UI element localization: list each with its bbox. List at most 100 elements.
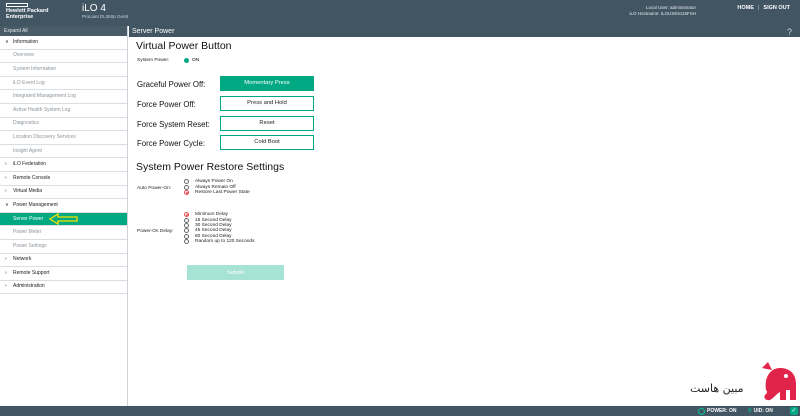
chevron-right-icon: ›: [5, 188, 7, 195]
radio-label: 45 Second Delay: [195, 228, 232, 234]
radio-button[interactable]: [184, 239, 189, 245]
cold-boot-button[interactable]: Cold Boot: [220, 135, 314, 150]
radio-button[interactable]: [184, 233, 189, 239]
sidebar-item-ilo-federation[interactable]: › iLO Federation: [0, 158, 127, 172]
sidebar-item-label: iLO Federation: [13, 161, 47, 168]
uid-pin-icon: ⚲: [748, 408, 752, 414]
graceful-power-off-label: Graceful Power Off:: [137, 80, 206, 89]
sidebar-item-active-health-log[interactable]: Active Health System Log: [0, 104, 127, 118]
uid-status[interactable]: ⚲ UID: ON: [748, 407, 773, 415]
sidebar-item-label: Remote Console: [13, 174, 51, 181]
help-icon[interactable]: ?: [787, 27, 792, 37]
sidebar-item-diagnostics[interactable]: Diagnostics: [0, 118, 127, 132]
radio-label: 15 Second Delay: [195, 217, 232, 223]
radio-label: Always Power On: [195, 179, 233, 185]
chevron-down-icon: ∨: [5, 201, 9, 208]
user-info: Local User: administrator iLO Hostname: …: [630, 5, 696, 17]
force-power-off-label: Force Power Off:: [137, 100, 196, 109]
restore-settings-title: System Power Restore Settings: [136, 161, 285, 173]
sidebar-item-label: Virtual Media: [13, 188, 43, 195]
sidebar-item-label: Remote Support: [13, 269, 50, 276]
elephant-logo-icon: [762, 362, 796, 401]
server-model: ProLiant DL360p Gen8: [82, 14, 129, 19]
sidebar-item-information[interactable]: ∨ Information: [0, 36, 127, 50]
chevron-right-icon: ›: [5, 256, 7, 263]
radio-label: Random up to 120 Seconds: [195, 239, 255, 245]
sidebar-item-ilo-event-log[interactable]: iLO Event Log: [0, 77, 127, 91]
sign-out-link[interactable]: SIGN OUT: [763, 5, 790, 11]
top-header: Hewlett Packard Enterprise iLO 4 ProLian…: [0, 0, 800, 26]
system-power-state: ON: [192, 58, 200, 63]
sidebar-item-system-information[interactable]: System Information: [0, 63, 127, 77]
status-dot-icon: [184, 58, 189, 63]
system-power-label: System Power:: [137, 58, 170, 63]
sidebar-item-power-management[interactable]: ∨ Power Management: [0, 199, 127, 213]
sidebar-item-overview[interactable]: Overview: [0, 50, 127, 64]
power-status[interactable]: POWER: ON: [698, 407, 736, 415]
check-icon[interactable]: ✓: [790, 407, 798, 415]
power-on-delay-group: Minimum Delay 15 Second Delay 30 Second …: [184, 212, 255, 245]
system-power-status: ON: [184, 58, 199, 63]
arrow-left-icon: [49, 213, 78, 226]
sidebar-item-power-settings[interactable]: Power Settings: [0, 240, 127, 254]
sidebar-item-location-discovery[interactable]: Location Discovery Services: [0, 131, 127, 145]
expand-all-button[interactable]: Expand All: [0, 26, 127, 36]
sidebar-item-network[interactable]: › Network: [0, 254, 127, 268]
radio-button[interactable]: [184, 217, 189, 223]
radio-button[interactable]: [184, 222, 189, 228]
chevron-down-icon: ∨: [5, 38, 9, 45]
momentary-press-button[interactable]: Momentary Press: [220, 76, 314, 91]
sidebar-nav: Expand All ∨ Information Overview System…: [0, 26, 128, 406]
chevron-right-icon: ›: [5, 283, 7, 290]
chevron-right-icon: ›: [5, 161, 7, 168]
sidebar-item-integrated-management-log[interactable]: Integrated Management Log: [0, 90, 127, 104]
radio-label: Restore Last Power State: [195, 189, 250, 195]
brand-line-2: Enterprise: [6, 14, 34, 20]
chevron-right-icon: ›: [5, 269, 7, 276]
power-status-text: POWER: ON: [707, 408, 737, 414]
uid-status-text: UID: ON: [753, 408, 773, 414]
radio-button[interactable]: [184, 184, 189, 190]
app-window: Hewlett Packard Enterprise iLO 4 ProLian…: [0, 0, 800, 416]
force-power-cycle-label: Force Power Cycle:: [137, 139, 206, 148]
power-on-delay-option[interactable]: Random up to 120 Seconds: [184, 239, 255, 245]
radio-label: Minimum Delay: [195, 212, 229, 218]
sidebar-item-label: Administration: [13, 283, 45, 290]
sidebar-item-administration[interactable]: › Administration: [0, 281, 127, 295]
sidebar-item-label: Information: [13, 38, 39, 45]
chevron-right-icon: ›: [5, 174, 7, 181]
sidebar-item-label: Server Power: [13, 215, 44, 222]
watermark-text: مبین هاست: [690, 382, 744, 395]
link-separator: |: [757, 5, 760, 11]
product-name: iLO 4: [82, 3, 106, 14]
sidebar-item-remote-console[interactable]: › Remote Console: [0, 172, 127, 186]
power-on-delay-label: Power-On Delay:: [137, 229, 174, 234]
power-icon: [698, 407, 705, 415]
sidebar-item-power-meter[interactable]: Power Meter: [0, 226, 127, 240]
sidebar-item-insight-agent[interactable]: Insight Agent: [0, 145, 127, 159]
hpe-logo: Hewlett Packard Enterprise: [6, 3, 76, 20]
auto-power-on-group: Always Power On Always Remain Off Restor…: [184, 179, 250, 195]
auto-power-on-label: Auto Power-On:: [137, 186, 172, 191]
home-link[interactable]: HOME: [737, 5, 754, 11]
ilo-hostname: iLO Hostname: ILOUSE6115FSH: [629, 11, 696, 16]
auto-power-on-option[interactable]: Restore Last Power State: [184, 189, 250, 195]
main-content: Server Power ? Virtual Power Button Syst…: [129, 26, 800, 406]
sidebar-item-label: Network: [13, 256, 32, 263]
status-footer: POWER: ON ⚲ UID: ON ✓: [0, 406, 800, 416]
sidebar-item-remote-support[interactable]: › Remote Support: [0, 267, 127, 281]
radio-label: Always Remain Off: [195, 184, 236, 190]
reset-button[interactable]: Reset: [220, 116, 314, 131]
radio-button[interactable]: [184, 189, 189, 195]
hpe-logo-mark: [6, 3, 28, 7]
radio-label: 60 Second Delay: [195, 233, 232, 239]
sidebar-item-virtual-media[interactable]: › Virtual Media: [0, 186, 127, 200]
virtual-power-title: Virtual Power Button: [136, 40, 232, 52]
page-title: Server Power: [132, 28, 175, 35]
press-and-hold-button[interactable]: Press and Hold: [220, 96, 314, 111]
submit-button[interactable]: Submit: [187, 265, 284, 280]
sidebar-item-server-power[interactable]: Server Power: [0, 212, 127, 227]
watermark-logo: مبین هاست: [690, 360, 800, 404]
top-links: HOME | SIGN OUT: [737, 5, 790, 11]
page-title-bar: Server Power ?: [129, 26, 800, 37]
